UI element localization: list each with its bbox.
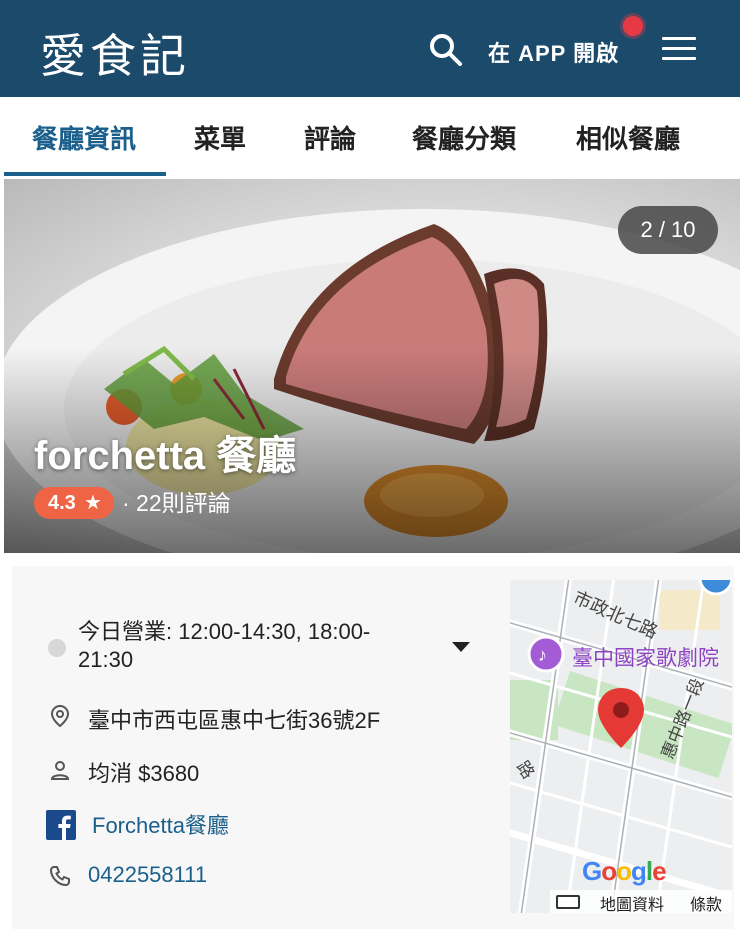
tab-restaurant-info[interactable]: 餐廳資訊 [32,119,136,156]
active-tab-indicator [4,172,166,176]
map-terms-link[interactable]: 條款 [690,891,722,913]
tab-categories[interactable]: 餐廳分類 [412,119,516,156]
svg-text:♪: ♪ [538,645,547,665]
photo-counter: 2 / 10 [618,206,718,254]
site-logo[interactable]: 愛食記 [40,20,190,86]
phone-link[interactable]: 0422558111 [88,862,207,888]
average-price: 均消 $3680 [88,761,200,786]
business-hours: 今日營業: 12:00-14:30, 18:00-21:30 [78,619,371,672]
facebook-link[interactable]: Forchetta餐廳 [92,808,229,840]
review-count-link[interactable]: · 22則評論 [122,487,231,519]
map-footer: 地圖資料 條款 [550,890,732,913]
hamburger-menu-icon[interactable] [662,37,696,63]
keyboard-icon[interactable] [556,895,580,909]
google-logo: Google [582,856,667,886]
rating-badge: 4.3 ★ [34,487,114,519]
person-icon [50,761,70,780]
facebook-icon [46,810,76,840]
star-icon: ★ [84,492,102,514]
notification-dot [623,16,643,36]
address[interactable]: 臺中市西屯區惠中七街36號2F [88,703,380,735]
open-status-dot [48,639,66,657]
open-in-app-button[interactable]: 在 APP 開啟 [488,36,619,68]
map-label-opera-house: 臺中國家歌劇院 [572,647,719,670]
location-map[interactable]: ♪ 市政北七路 惠中路一段 路 臺中國家歌劇院 Google 地圖資料 條款 [510,580,732,913]
restaurant-name: forchetta 餐廳 [34,434,297,478]
rating-value: 4.3 [48,492,76,514]
tab-menu[interactable]: 菜單 [194,119,246,156]
phone-icon [49,866,70,887]
search-icon[interactable] [428,32,464,68]
section-tabs: 餐廳資訊 菜單 評論 餐廳分類 相似餐廳 [0,97,740,179]
top-header: 愛食記 在 APP 開啟 [0,0,740,97]
tab-similar-restaurants[interactable]: 相似餐廳 [576,119,680,156]
tab-reviews[interactable]: 評論 [304,119,356,156]
hero-photo[interactable]: 2 / 10 forchetta 餐廳 4.3 ★ · 22則評論 [4,179,740,553]
map-data-link[interactable]: 地圖資料 [600,891,664,913]
location-pin-icon [50,704,70,728]
chevron-down-icon[interactable] [450,640,472,654]
